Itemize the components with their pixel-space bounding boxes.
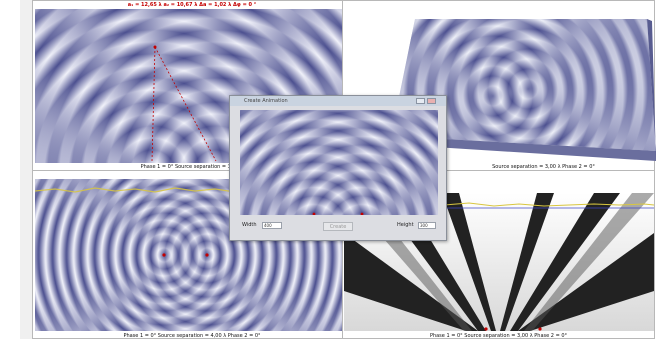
width-input[interactable] — [262, 222, 282, 229]
dialog-title-bar[interactable]: Create Animation — [230, 96, 446, 106]
create-animation-dialog: Create Animation Width Create Height — [229, 95, 447, 241]
width-label: Width — [242, 222, 257, 228]
application-window: a₁ = 12,65 λ a₂ = 10,67 λ Δa = 1,02 λ Δφ… — [20, 0, 656, 339]
minimize-button[interactable] — [416, 98, 425, 104]
create-button[interactable]: Create — [323, 222, 353, 231]
height-label: Height — [397, 222, 414, 228]
dialog-title: Create Animation — [244, 98, 288, 104]
close-button[interactable] — [427, 98, 436, 104]
height-input[interactable] — [418, 222, 436, 229]
path-difference-readout: a₁ = 12,65 λ a₂ = 10,67 λ Δa = 1,02 λ Δφ… — [127, 2, 257, 8]
animation-preview — [240, 110, 438, 215]
